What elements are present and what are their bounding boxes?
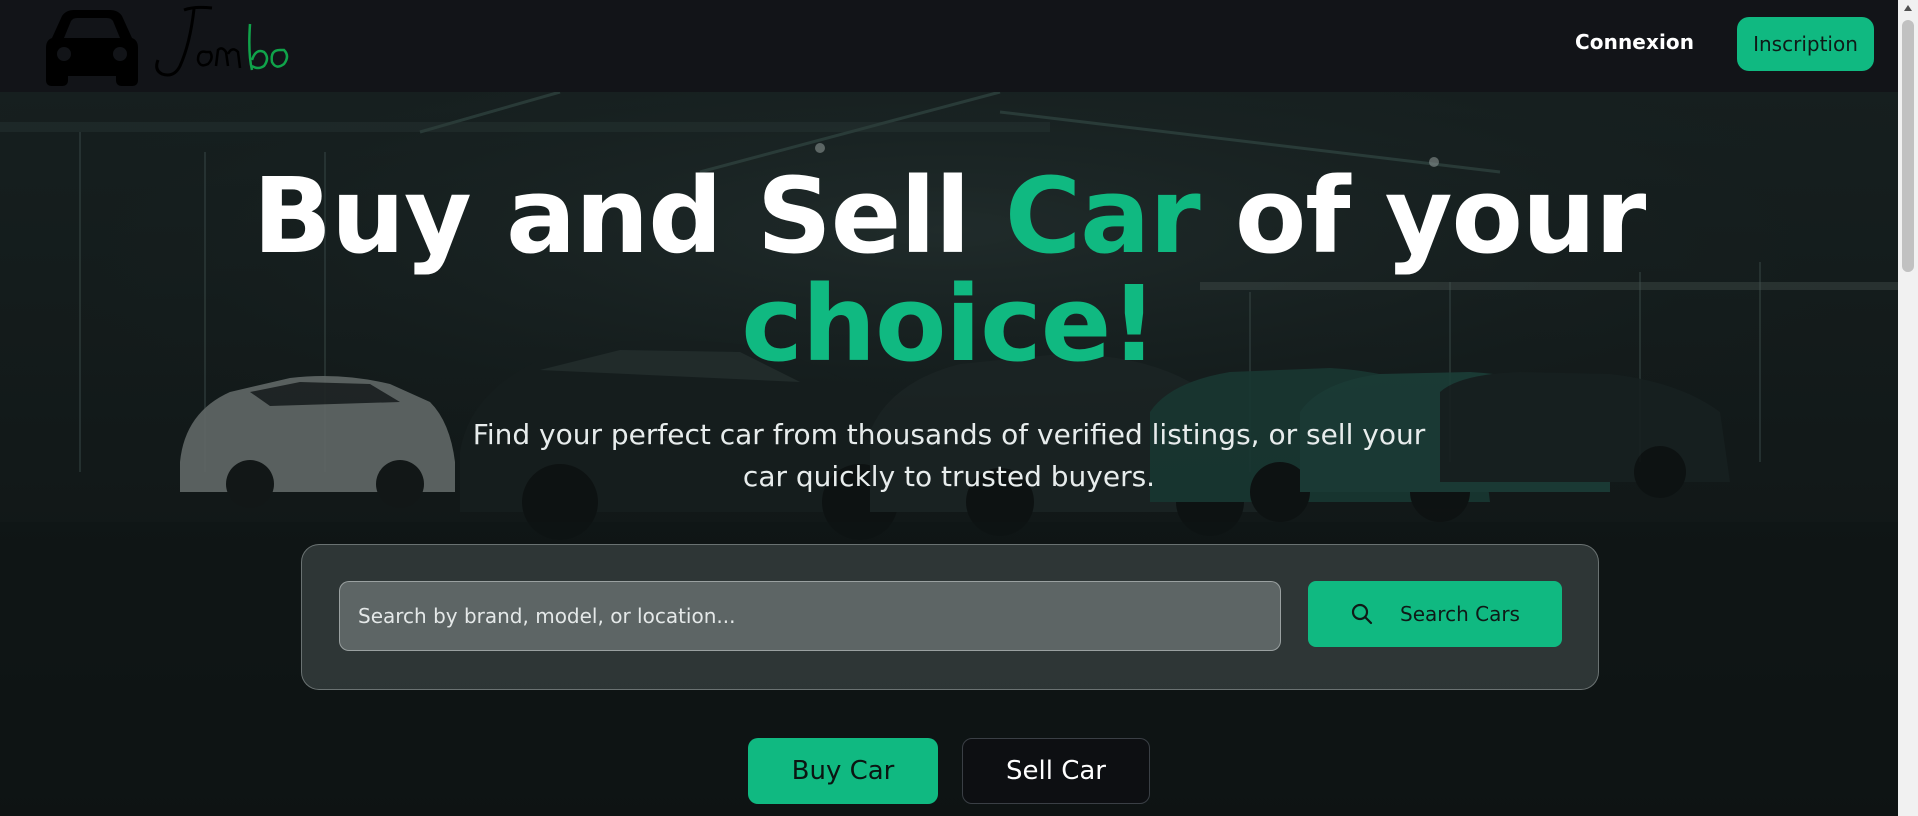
headline-text-2: of your xyxy=(1199,155,1646,277)
hero-section: Buy and Sell Car of your choice! Find yo… xyxy=(0,92,1898,816)
top-navbar: Connexion Inscription xyxy=(0,0,1898,92)
login-link[interactable]: Connexion xyxy=(1575,30,1694,54)
scroll-up-arrow-icon[interactable] xyxy=(1898,0,1918,16)
search-button-label: Search Cars xyxy=(1400,602,1520,626)
brand-logo[interactable] xyxy=(44,4,304,92)
search-icon xyxy=(1351,603,1373,625)
hero-headline: Buy and Sell Car of your choice! xyxy=(0,162,1898,378)
scrollbar-thumb[interactable] xyxy=(1902,20,1914,272)
headline-accent-car: Car xyxy=(1004,155,1201,277)
car-logo-icon xyxy=(46,5,289,86)
page: Connexion Inscription Buy and Sell Car o… xyxy=(0,0,1918,816)
search-panel: Search Cars xyxy=(301,544,1599,690)
headline-accent-choice: choice! xyxy=(741,263,1157,385)
search-input[interactable] xyxy=(339,581,1281,651)
search-cars-button[interactable]: Search Cars xyxy=(1308,581,1562,647)
hero-subtitle: Find your perfect car from thousands of … xyxy=(472,418,1426,493)
signup-button[interactable]: Inscription xyxy=(1737,17,1874,71)
headline-text-1: Buy and Sell xyxy=(252,155,1005,277)
buy-car-button[interactable]: Buy Car xyxy=(748,738,938,804)
page-scrollbar[interactable] xyxy=(1898,0,1918,816)
sell-car-button[interactable]: Sell Car xyxy=(962,738,1150,804)
